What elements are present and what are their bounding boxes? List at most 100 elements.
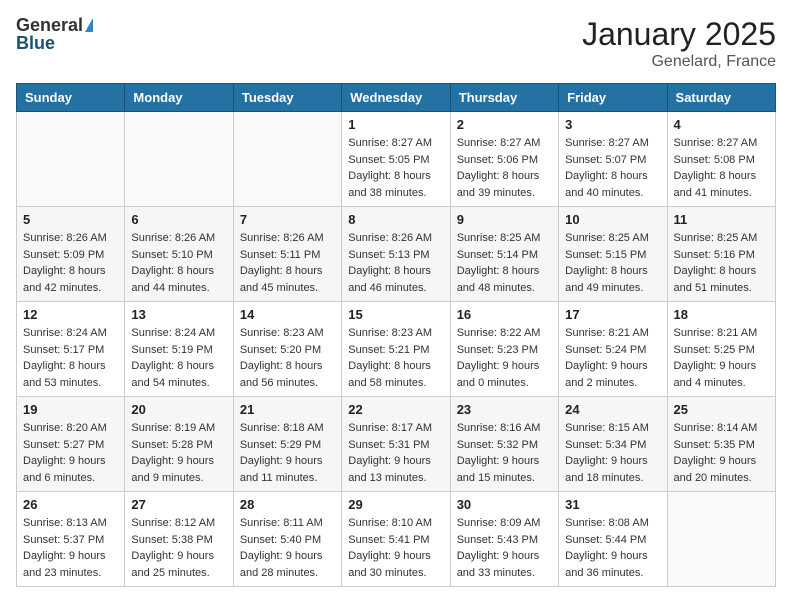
cell-line: Sunset: 5:16 PM: [674, 247, 769, 264]
cell-line: and 0 minutes.: [457, 375, 552, 392]
cell-line: Sunrise: 8:14 AM: [674, 420, 769, 437]
cell-line: Daylight: 8 hours: [348, 358, 443, 375]
cell-line: Sunset: 5:37 PM: [23, 532, 118, 549]
calendar-cell: 29Sunrise: 8:10 AMSunset: 5:41 PMDayligh…: [342, 492, 450, 587]
cell-line: Sunrise: 8:24 AM: [23, 325, 118, 342]
calendar-cell: 5Sunrise: 8:26 AMSunset: 5:09 PMDaylight…: [17, 207, 125, 302]
cell-line: Sunrise: 8:26 AM: [23, 230, 118, 247]
calendar-cell: [17, 112, 125, 207]
cell-line: Sunset: 5:20 PM: [240, 342, 335, 359]
cell-content: Sunrise: 8:08 AMSunset: 5:44 PMDaylight:…: [565, 515, 660, 581]
day-number: 18: [674, 307, 769, 322]
cell-line: Daylight: 8 hours: [23, 358, 118, 375]
cell-line: Sunset: 5:06 PM: [457, 152, 552, 169]
calendar-cell: 30Sunrise: 8:09 AMSunset: 5:43 PMDayligh…: [450, 492, 558, 587]
calendar-cell: 17Sunrise: 8:21 AMSunset: 5:24 PMDayligh…: [559, 302, 667, 397]
cell-line: Sunrise: 8:13 AM: [23, 515, 118, 532]
cell-line: Sunrise: 8:22 AM: [457, 325, 552, 342]
cell-line: Sunrise: 8:08 AM: [565, 515, 660, 532]
page-header: General Blue January 2025 Genelard, Fran…: [16, 16, 776, 71]
month-title: January 2025: [582, 16, 776, 53]
cell-content: Sunrise: 8:25 AMSunset: 5:14 PMDaylight:…: [457, 230, 552, 296]
cell-line: Sunrise: 8:11 AM: [240, 515, 335, 532]
cell-line: and 44 minutes.: [131, 280, 226, 297]
calendar-table: SundayMondayTuesdayWednesdayThursdayFrid…: [16, 83, 776, 587]
cell-line: Sunrise: 8:23 AM: [348, 325, 443, 342]
cell-line: Sunset: 5:29 PM: [240, 437, 335, 454]
location-title: Genelard, France: [582, 53, 776, 71]
cell-line: and 25 minutes.: [131, 565, 226, 582]
cell-line: Sunset: 5:19 PM: [131, 342, 226, 359]
calendar-cell: 16Sunrise: 8:22 AMSunset: 5:23 PMDayligh…: [450, 302, 558, 397]
day-number: 27: [131, 497, 226, 512]
logo-blue-text: Blue: [16, 34, 55, 52]
cell-line: and 38 minutes.: [348, 185, 443, 202]
cell-line: Sunrise: 8:17 AM: [348, 420, 443, 437]
cell-line: Sunset: 5:15 PM: [565, 247, 660, 264]
calendar-cell: 11Sunrise: 8:25 AMSunset: 5:16 PMDayligh…: [667, 207, 775, 302]
day-number: 8: [348, 212, 443, 227]
cell-content: Sunrise: 8:23 AMSunset: 5:21 PMDaylight:…: [348, 325, 443, 391]
cell-line: Sunrise: 8:27 AM: [348, 135, 443, 152]
calendar-cell: 18Sunrise: 8:21 AMSunset: 5:25 PMDayligh…: [667, 302, 775, 397]
cell-line: Sunset: 5:07 PM: [565, 152, 660, 169]
calendar-week-row: 26Sunrise: 8:13 AMSunset: 5:37 PMDayligh…: [17, 492, 776, 587]
cell-line: Daylight: 8 hours: [131, 358, 226, 375]
cell-content: Sunrise: 8:27 AMSunset: 5:05 PMDaylight:…: [348, 135, 443, 201]
calendar-cell: 27Sunrise: 8:12 AMSunset: 5:38 PMDayligh…: [125, 492, 233, 587]
cell-line: Sunset: 5:32 PM: [457, 437, 552, 454]
cell-line: Sunset: 5:14 PM: [457, 247, 552, 264]
cell-content: Sunrise: 8:16 AMSunset: 5:32 PMDaylight:…: [457, 420, 552, 486]
cell-line: Sunrise: 8:16 AM: [457, 420, 552, 437]
day-number: 11: [674, 212, 769, 227]
cell-line: Sunset: 5:27 PM: [23, 437, 118, 454]
calendar-cell: 24Sunrise: 8:15 AMSunset: 5:34 PMDayligh…: [559, 397, 667, 492]
cell-line: Sunset: 5:17 PM: [23, 342, 118, 359]
cell-line: Sunrise: 8:27 AM: [565, 135, 660, 152]
calendar-week-row: 5Sunrise: 8:26 AMSunset: 5:09 PMDaylight…: [17, 207, 776, 302]
cell-line: and 36 minutes.: [565, 565, 660, 582]
calendar-cell: 15Sunrise: 8:23 AMSunset: 5:21 PMDayligh…: [342, 302, 450, 397]
cell-content: Sunrise: 8:24 AMSunset: 5:19 PMDaylight:…: [131, 325, 226, 391]
calendar-cell: 26Sunrise: 8:13 AMSunset: 5:37 PMDayligh…: [17, 492, 125, 587]
calendar-cell: 23Sunrise: 8:16 AMSunset: 5:32 PMDayligh…: [450, 397, 558, 492]
calendar-week-row: 1Sunrise: 8:27 AMSunset: 5:05 PMDaylight…: [17, 112, 776, 207]
cell-line: Daylight: 9 hours: [131, 453, 226, 470]
cell-content: Sunrise: 8:11 AMSunset: 5:40 PMDaylight:…: [240, 515, 335, 581]
calendar-cell: 10Sunrise: 8:25 AMSunset: 5:15 PMDayligh…: [559, 207, 667, 302]
cell-line: and 42 minutes.: [23, 280, 118, 297]
cell-line: Sunset: 5:13 PM: [348, 247, 443, 264]
cell-content: Sunrise: 8:27 AMSunset: 5:08 PMDaylight:…: [674, 135, 769, 201]
cell-line: Sunset: 5:38 PM: [131, 532, 226, 549]
day-number: 20: [131, 402, 226, 417]
cell-content: Sunrise: 8:26 AMSunset: 5:09 PMDaylight:…: [23, 230, 118, 296]
cell-line: Sunrise: 8:21 AM: [674, 325, 769, 342]
logo-general-text: General: [16, 16, 83, 34]
cell-content: Sunrise: 8:26 AMSunset: 5:13 PMDaylight:…: [348, 230, 443, 296]
calendar-cell: 6Sunrise: 8:26 AMSunset: 5:10 PMDaylight…: [125, 207, 233, 302]
calendar-cell: 8 Sunrise: 8:26 AMSunset: 5:13 PMDaylight…: [342, 207, 450, 302]
cell-line: and 33 minutes.: [457, 565, 552, 582]
cell-line: and 15 minutes.: [457, 470, 552, 487]
cell-line: Sunset: 5:35 PM: [674, 437, 769, 454]
day-number: 16: [457, 307, 552, 322]
day-number: 12: [23, 307, 118, 322]
calendar-header-row: SundayMondayTuesdayWednesdayThursdayFrid…: [17, 84, 776, 112]
calendar-cell: 4Sunrise: 8:27 AMSunset: 5:08 PMDaylight…: [667, 112, 775, 207]
cell-line: Daylight: 8 hours: [348, 263, 443, 280]
day-number: 25: [674, 402, 769, 417]
title-block: January 2025 Genelard, France: [582, 16, 776, 71]
calendar-header-friday: Friday: [559, 84, 667, 112]
cell-line: Sunrise: 8:09 AM: [457, 515, 552, 532]
day-number: 28: [240, 497, 335, 512]
cell-content: Sunrise: 8:18 AMSunset: 5:29 PMDaylight:…: [240, 420, 335, 486]
cell-line: Daylight: 9 hours: [565, 548, 660, 565]
cell-content: Sunrise: 8:09 AMSunset: 5:43 PMDaylight:…: [457, 515, 552, 581]
calendar-cell: 3Sunrise: 8:27 AMSunset: 5:07 PMDaylight…: [559, 112, 667, 207]
cell-line: and 28 minutes.: [240, 565, 335, 582]
cell-content: Sunrise: 8:20 AMSunset: 5:27 PMDaylight:…: [23, 420, 118, 486]
cell-content: Sunrise: 8:23 AMSunset: 5:20 PMDaylight:…: [240, 325, 335, 391]
day-number: 13: [131, 307, 226, 322]
cell-content: Sunrise: 8:25 AMSunset: 5:15 PMDaylight:…: [565, 230, 660, 296]
cell-line: Daylight: 9 hours: [674, 453, 769, 470]
